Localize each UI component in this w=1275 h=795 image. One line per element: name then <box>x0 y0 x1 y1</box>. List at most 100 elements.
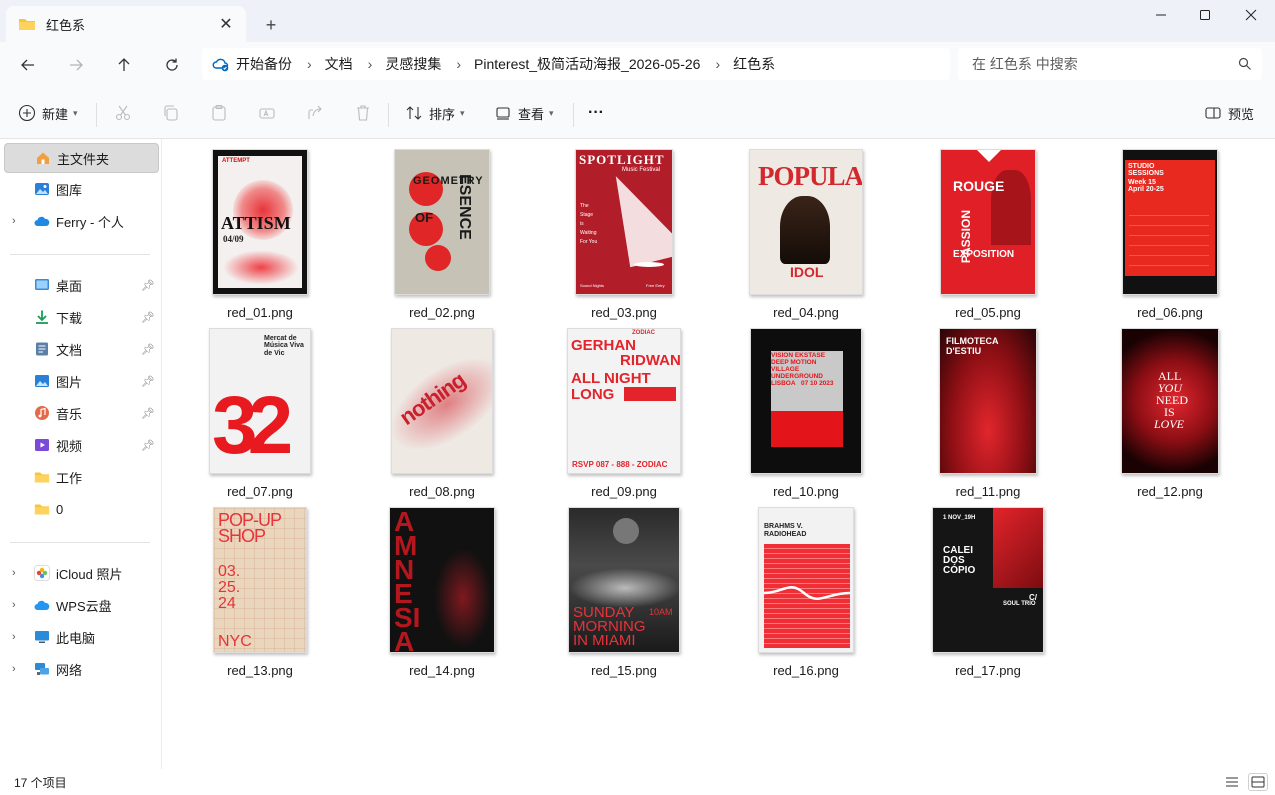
file-item[interactable]: FILMOTECA D'ESTIU red_11.png <box>908 322 1068 499</box>
new-button[interactable]: 新建 ▾ <box>18 99 78 127</box>
sidebar-item-pictures[interactable]: 图片 📌︎ <box>4 366 159 396</box>
up-button[interactable] <box>108 50 140 80</box>
file-item[interactable]: POPULAR IDOL red_04.png <box>726 143 886 320</box>
chevron-right-icon[interactable]: › <box>12 215 16 227</box>
share-button[interactable] <box>306 99 330 127</box>
delete-button[interactable] <box>354 99 378 127</box>
pin-icon[interactable]: 📌︎ <box>141 439 155 452</box>
poster-text: IDOL <box>790 264 824 280</box>
sidebar-item-gallery[interactable]: 图库 <box>4 174 159 204</box>
image-thumbnail: ATTEMPT ATTISM 04/09 <box>212 149 308 295</box>
file-name: red_14.png <box>409 663 475 678</box>
poster-text: BRAHMS V. <box>764 523 803 530</box>
breadcrumb-backup[interactable]: 开始备份 <box>212 54 292 74</box>
pin-icon[interactable]: 📌︎ <box>141 343 155 356</box>
sidebar-item-onedrive[interactable]: › Ferry - 个人 <box>4 206 159 236</box>
sidebar-item-music[interactable]: 音乐 📌︎ <box>4 398 159 428</box>
file-item[interactable]: AMNESIA red_14.png <box>362 501 522 678</box>
file-item[interactable]: POP-UP SHOP 03. 25. 24 NYC red_13.png <box>180 501 340 678</box>
file-name: red_08.png <box>409 484 475 499</box>
forward-button[interactable] <box>60 50 92 80</box>
search-box[interactable] <box>958 48 1262 80</box>
poster-text: ZODIAC <box>632 330 655 336</box>
refresh-button[interactable] <box>156 50 188 80</box>
back-button[interactable] <box>12 50 44 80</box>
sort-button[interactable]: 排序 ▾ <box>405 99 465 127</box>
chevron-down-icon: ▾ <box>549 107 554 118</box>
sidebar-item-folder-0[interactable]: 0 <box>4 494 159 524</box>
poster-text: CÓPIO <box>943 565 976 576</box>
file-item[interactable]: nothing red_08.png <box>362 322 522 499</box>
pin-icon[interactable]: 📌︎ <box>141 407 155 420</box>
divider <box>10 254 150 255</box>
file-item[interactable]: ATTEMPT ATTISM 04/09 red_01.png <box>180 143 340 320</box>
image-thumbnail: BRAHMS V. RADIOHEAD <box>758 507 854 653</box>
paste-button[interactable] <box>210 99 234 127</box>
breadcrumb-documents[interactable]: 文档 <box>325 54 353 74</box>
sidebar-item-downloads[interactable]: 下载 📌︎ <box>4 302 159 332</box>
poster-text: 32 <box>212 380 293 471</box>
file-item[interactable]: SPOTLIGHT Music Festival The Stage is Wa… <box>544 143 704 320</box>
details-view-button[interactable] <box>1222 773 1242 791</box>
sidebar-item-label: 视频 <box>56 438 83 454</box>
pin-icon[interactable]: 📌︎ <box>141 279 155 292</box>
poster-text: 1 NOV_19H <box>943 515 976 521</box>
large-icons-view-button[interactable] <box>1248 773 1268 791</box>
pin-icon[interactable]: 📌︎ <box>141 375 155 388</box>
search-input[interactable] <box>972 56 1238 72</box>
sidebar-item-network[interactable]: › 网络 <box>4 654 159 684</box>
file-item[interactable]: GEOMETRY OF ESENCE red_02.png <box>362 143 522 320</box>
file-item[interactable]: ZODIAC GERHAN RIDWAN ALL NIGHT LONG RSVP… <box>544 322 704 499</box>
image-thumbnail: AMNESIA <box>389 507 495 653</box>
chevron-right-icon[interactable]: › <box>12 599 16 611</box>
new-tab-button[interactable]: + <box>258 12 284 38</box>
sidebar-item-desktop[interactable]: 桌面 📌︎ <box>4 270 159 300</box>
chevron-right-icon[interactable]: › <box>12 663 16 675</box>
close-tab-button[interactable]: ✕ <box>212 10 240 38</box>
sidebar-item-documents[interactable]: 文档 📌︎ <box>4 334 159 364</box>
music-icon <box>34 405 50 421</box>
sidebar-item-work[interactable]: 工作 <box>4 462 159 492</box>
file-item[interactable]: SUNDAY MORNING IN MIAMI 10AM red_15.png <box>544 501 704 678</box>
file-item[interactable]: STUDIO SESSIONS Week 15 April 20-25 red_… <box>1090 143 1250 320</box>
maximize-button[interactable] <box>1182 0 1228 30</box>
arrow-left-icon <box>21 59 34 71</box>
sidebar-item-icloud-photos[interactable]: › iCloud 照片 <box>4 558 159 588</box>
breadcrumb-pinterest[interactable]: Pinterest_极简活动海报_2026-05-26 <box>474 54 700 74</box>
view-button[interactable]: 查看 ▾ <box>494 99 554 127</box>
file-item[interactable]: ROUGE PASSION EXPOSITION red_05.png <box>908 143 1068 320</box>
chevron-right-icon[interactable]: › <box>12 567 16 579</box>
cut-button[interactable] <box>114 99 138 127</box>
chevron-right-icon[interactable]: › <box>12 631 16 643</box>
file-item[interactable]: Mercat de Música Viva de Vic 32 red_07.p… <box>180 322 340 499</box>
chevron-down-icon: ▾ <box>460 107 465 118</box>
file-item[interactable]: BRAHMS V. RADIOHEAD red_16.png <box>726 501 886 678</box>
breadcrumb-inspiration[interactable]: 灵感搜集 <box>385 54 441 74</box>
file-item[interactable]: VISION EKSTASE DEEP MOTION VILLAGE UNDER… <box>726 322 886 499</box>
file-name: red_09.png <box>591 484 657 499</box>
poster-text: D'ESTIU <box>946 346 982 356</box>
more-options-button[interactable]: ··· <box>588 99 604 127</box>
minimize-button[interactable] <box>1138 0 1184 30</box>
pin-icon[interactable]: 📌︎ <box>141 311 155 324</box>
file-name: red_17.png <box>955 663 1021 678</box>
file-item[interactable]: 1 NOV_19H CALEI DOS CÓPIO C/ SOUL TRIO r… <box>908 501 1068 678</box>
file-item[interactable]: ALL YOU NEED IS LOVE red_12.png <box>1090 322 1250 499</box>
sidebar-item-this-pc[interactable]: › 此电脑 <box>4 622 159 652</box>
network-icon <box>34 661 50 677</box>
sidebar-item-label: 桌面 <box>56 278 83 294</box>
image-thumbnail: GEOMETRY OF ESENCE <box>394 149 490 295</box>
poster-text: 03. <box>218 563 241 580</box>
copy-button[interactable] <box>162 99 186 127</box>
sidebar-item-wps-cloud[interactable]: › WPS云盘 <box>4 590 159 620</box>
address-bar[interactable]: 开始备份 › 文档 › 灵感搜集 › Pinterest_极简活动海报_2026… <box>202 48 950 80</box>
paste-icon <box>210 104 228 122</box>
sidebar-item-videos[interactable]: 视频 📌︎ <box>4 430 159 460</box>
rename-button[interactable] <box>258 99 282 127</box>
file-name: red_01.png <box>227 305 293 320</box>
sidebar-item-home[interactable]: 主文件夹 <box>4 143 159 173</box>
tab-current-folder[interactable]: 红色系 ✕ <box>6 6 246 42</box>
breadcrumb-current[interactable]: 红色系 <box>733 54 775 74</box>
close-window-button[interactable] <box>1228 0 1274 30</box>
preview-pane-button[interactable]: 预览 <box>1204 99 1254 127</box>
